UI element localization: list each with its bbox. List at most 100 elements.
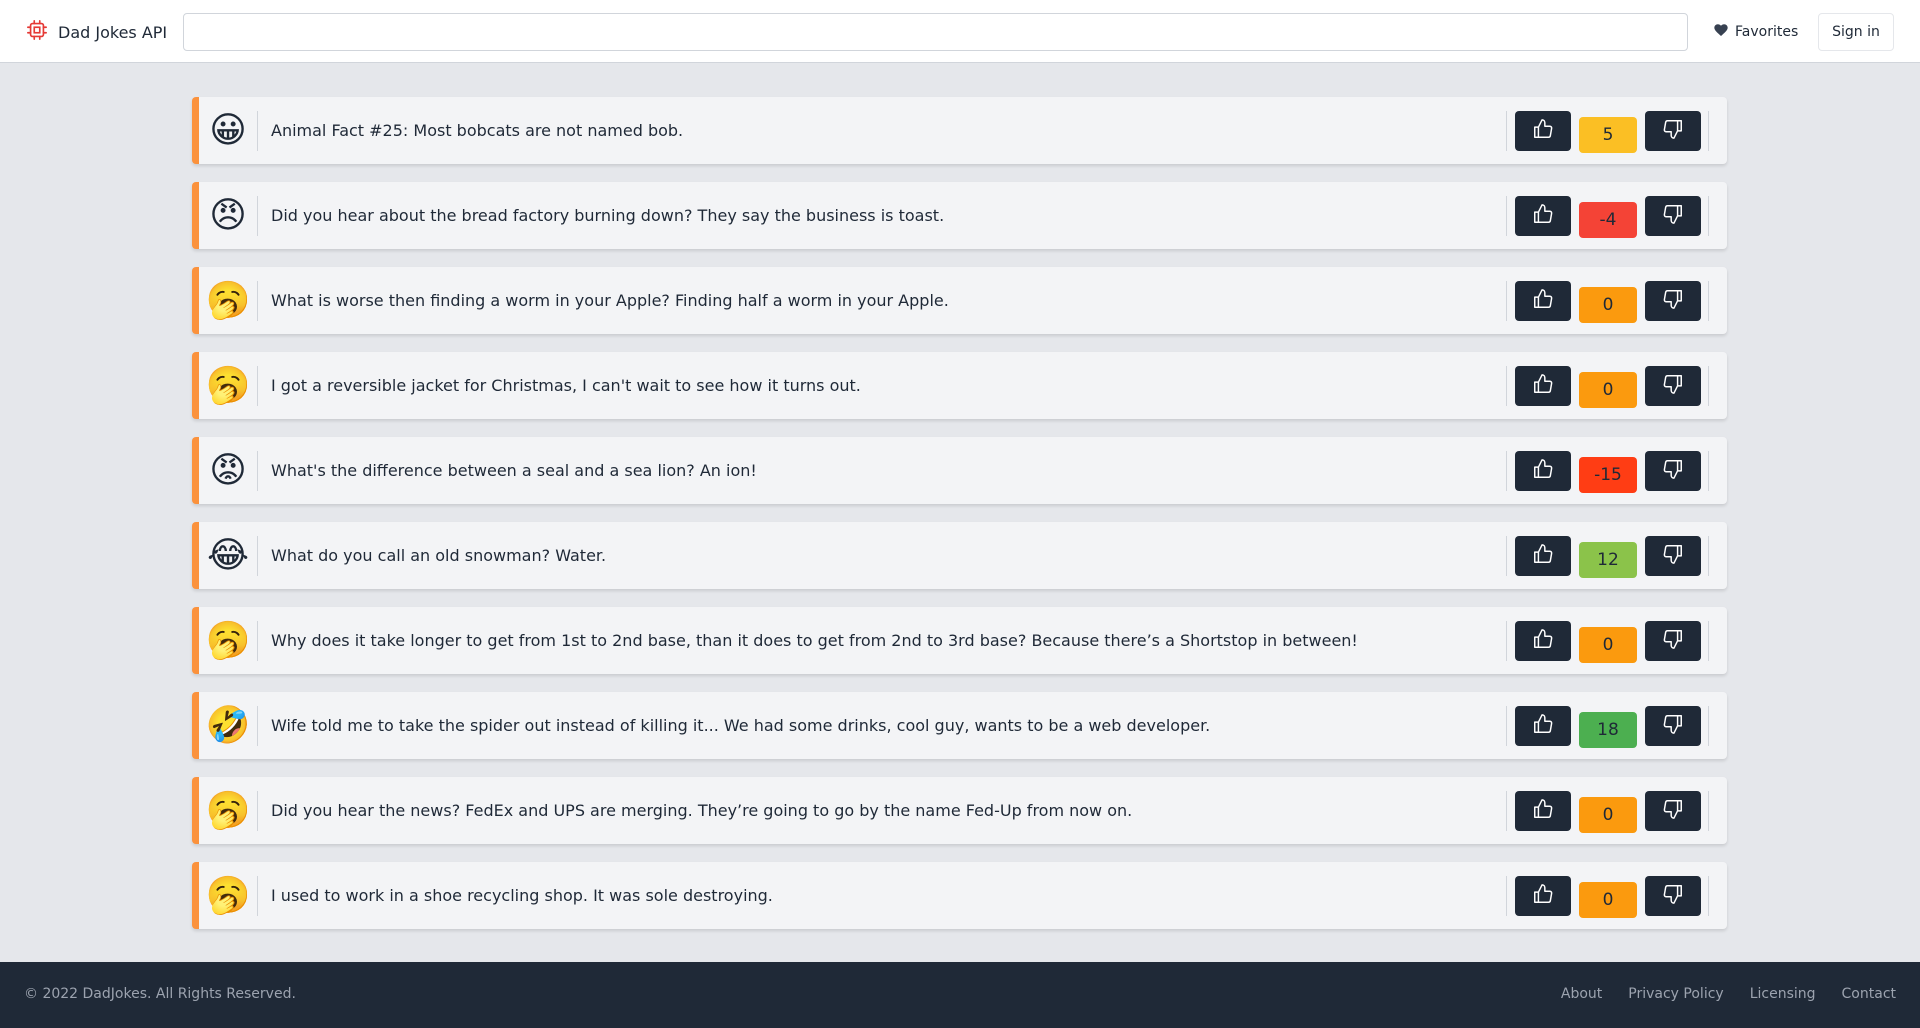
upvote-button[interactable] bbox=[1515, 195, 1571, 236]
footer-link-privacy-policy[interactable]: Privacy Policy bbox=[1628, 986, 1723, 1002]
joke-text: Animal Fact #25: Most bobcats are not na… bbox=[271, 121, 684, 140]
upvote-button[interactable] bbox=[1515, 705, 1571, 746]
footer-link-about[interactable]: About bbox=[1561, 986, 1602, 1002]
vote-controls: 12 bbox=[1506, 535, 1727, 578]
upvote-button[interactable] bbox=[1515, 365, 1571, 406]
thumbs-up-icon bbox=[1532, 288, 1554, 313]
joke-text: I used to work in a shoe recycling shop.… bbox=[271, 886, 773, 905]
reaction-emoji-icon: 😠 bbox=[209, 194, 247, 236]
joke-card: 🥱 I got a reversible jacket for Christma… bbox=[192, 352, 1727, 419]
upvote-button[interactable] bbox=[1515, 620, 1571, 661]
joke-text: What is worse then finding a worm in you… bbox=[271, 291, 949, 310]
score-badge: 0 bbox=[1579, 796, 1637, 833]
joke-card: 😡 What's the difference between a seal a… bbox=[192, 437, 1727, 504]
vote-controls: 5 bbox=[1506, 110, 1727, 153]
vote-controls: 0 bbox=[1506, 280, 1727, 323]
score-badge: 0 bbox=[1579, 371, 1637, 408]
reaction-emoji-icon: 🥱 bbox=[205, 619, 251, 661]
upvote-button[interactable] bbox=[1515, 110, 1571, 151]
downvote-button[interactable] bbox=[1645, 450, 1701, 491]
brand-link[interactable]: Dad Jokes API bbox=[26, 20, 167, 44]
reaction-emoji-icon: 😡 bbox=[209, 449, 247, 491]
score-badge: 0 bbox=[1579, 286, 1637, 323]
downvote-button[interactable] bbox=[1645, 620, 1701, 661]
downvote-button[interactable] bbox=[1645, 280, 1701, 321]
footer-link-contact[interactable]: Contact bbox=[1842, 986, 1896, 1002]
reaction-emoji-icon: 🥱 bbox=[205, 364, 251, 406]
joke-card: 🥱 Why does it take longer to get from 1s… bbox=[192, 607, 1727, 674]
thumbs-up-icon bbox=[1532, 798, 1554, 823]
favorites-label: Favorites bbox=[1735, 24, 1799, 40]
joke-card: 🤣 Wife told me to take the spider out in… bbox=[192, 692, 1727, 759]
thumbs-up-icon bbox=[1532, 713, 1554, 738]
vote-controls: 0 bbox=[1506, 790, 1727, 833]
thumbs-down-icon bbox=[1662, 798, 1684, 823]
joke-text: Wife told me to take the spider out inst… bbox=[271, 716, 1211, 735]
favorites-button[interactable]: Favorites bbox=[1705, 16, 1806, 48]
thumbs-up-icon bbox=[1532, 118, 1554, 143]
top-navbar: Dad Jokes API Favorites Sign in bbox=[0, 0, 1920, 63]
vote-controls: -4 bbox=[1506, 195, 1727, 238]
reaction-emoji-icon: 🤣 bbox=[205, 704, 251, 746]
thumbs-down-icon bbox=[1662, 118, 1684, 143]
downvote-button[interactable] bbox=[1645, 195, 1701, 236]
thumbs-up-icon bbox=[1532, 883, 1554, 908]
thumbs-up-icon bbox=[1532, 628, 1554, 653]
footer-link-licensing[interactable]: Licensing bbox=[1750, 986, 1816, 1002]
cpu-chip-icon bbox=[26, 19, 48, 45]
downvote-button[interactable] bbox=[1645, 110, 1701, 151]
score-badge: -4 bbox=[1579, 201, 1637, 238]
joke-card: 🥱 Did you hear the news? FedEx and UPS a… bbox=[192, 777, 1727, 844]
thumbs-down-icon bbox=[1662, 713, 1684, 738]
reaction-emoji-icon: 😂 bbox=[206, 534, 250, 576]
joke-text: Did you hear the news? FedEx and UPS are… bbox=[271, 801, 1133, 820]
joke-text: Why does it take longer to get from 1st … bbox=[271, 631, 1358, 650]
upvote-button[interactable] bbox=[1515, 450, 1571, 491]
joke-list: 😀 Animal Fact #25: Most bobcats are not … bbox=[192, 97, 1727, 947]
downvote-button[interactable] bbox=[1645, 705, 1701, 746]
upvote-button[interactable] bbox=[1515, 790, 1571, 831]
reaction-emoji-icon: 😀 bbox=[209, 109, 247, 151]
score-badge: 0 bbox=[1579, 626, 1637, 663]
downvote-button[interactable] bbox=[1645, 875, 1701, 916]
reaction-emoji-icon: 🥱 bbox=[205, 874, 251, 916]
footer-links: About Privacy Policy Licensing Contact bbox=[1561, 986, 1896, 1002]
upvote-button[interactable] bbox=[1515, 875, 1571, 916]
downvote-button[interactable] bbox=[1645, 365, 1701, 406]
reaction-emoji-icon: 🥱 bbox=[205, 279, 251, 321]
footer: © 2022 DadJokes. All Rights Reserved. Ab… bbox=[0, 962, 1920, 1028]
vote-controls: -15 bbox=[1506, 450, 1727, 493]
upvote-button[interactable] bbox=[1515, 535, 1571, 576]
joke-card: 🥱 I used to work in a shoe recycling sho… bbox=[192, 862, 1727, 929]
thumbs-up-icon bbox=[1532, 458, 1554, 483]
search-input[interactable] bbox=[183, 13, 1688, 51]
joke-card: 🥱 What is worse then finding a worm in y… bbox=[192, 267, 1727, 334]
reaction-emoji-icon: 🥱 bbox=[205, 789, 251, 831]
thumbs-down-icon bbox=[1662, 543, 1684, 568]
downvote-button[interactable] bbox=[1645, 790, 1701, 831]
downvote-button[interactable] bbox=[1645, 535, 1701, 576]
score-badge: 0 bbox=[1579, 881, 1637, 918]
thumbs-down-icon bbox=[1662, 883, 1684, 908]
thumbs-up-icon bbox=[1532, 543, 1554, 568]
score-badge: 5 bbox=[1579, 116, 1637, 153]
heart-icon bbox=[1713, 22, 1729, 42]
thumbs-down-icon bbox=[1662, 288, 1684, 313]
joke-text: I got a reversible jacket for Christmas,… bbox=[271, 376, 861, 395]
brand-name: Dad Jokes API bbox=[58, 22, 168, 42]
score-badge: 18 bbox=[1579, 711, 1637, 748]
thumbs-up-icon bbox=[1532, 203, 1554, 228]
joke-text: What's the difference between a seal and… bbox=[271, 461, 757, 480]
vote-controls: 18 bbox=[1506, 705, 1727, 748]
joke-card: 😂 What do you call an old snowman? Water… bbox=[192, 522, 1727, 589]
vote-controls: 0 bbox=[1506, 875, 1727, 918]
copyright-text: © 2022 DadJokes. All Rights Reserved. bbox=[24, 986, 296, 1002]
sign-in-button[interactable]: Sign in bbox=[1818, 13, 1894, 51]
vote-controls: 0 bbox=[1506, 365, 1727, 408]
score-badge: 12 bbox=[1579, 541, 1637, 578]
upvote-button[interactable] bbox=[1515, 280, 1571, 321]
joke-text: What do you call an old snowman? Water. bbox=[271, 546, 607, 565]
joke-card: 😠 Did you hear about the bread factory b… bbox=[192, 182, 1727, 249]
thumbs-down-icon bbox=[1662, 373, 1684, 398]
joke-text: Did you hear about the bread factory bur… bbox=[271, 206, 945, 225]
